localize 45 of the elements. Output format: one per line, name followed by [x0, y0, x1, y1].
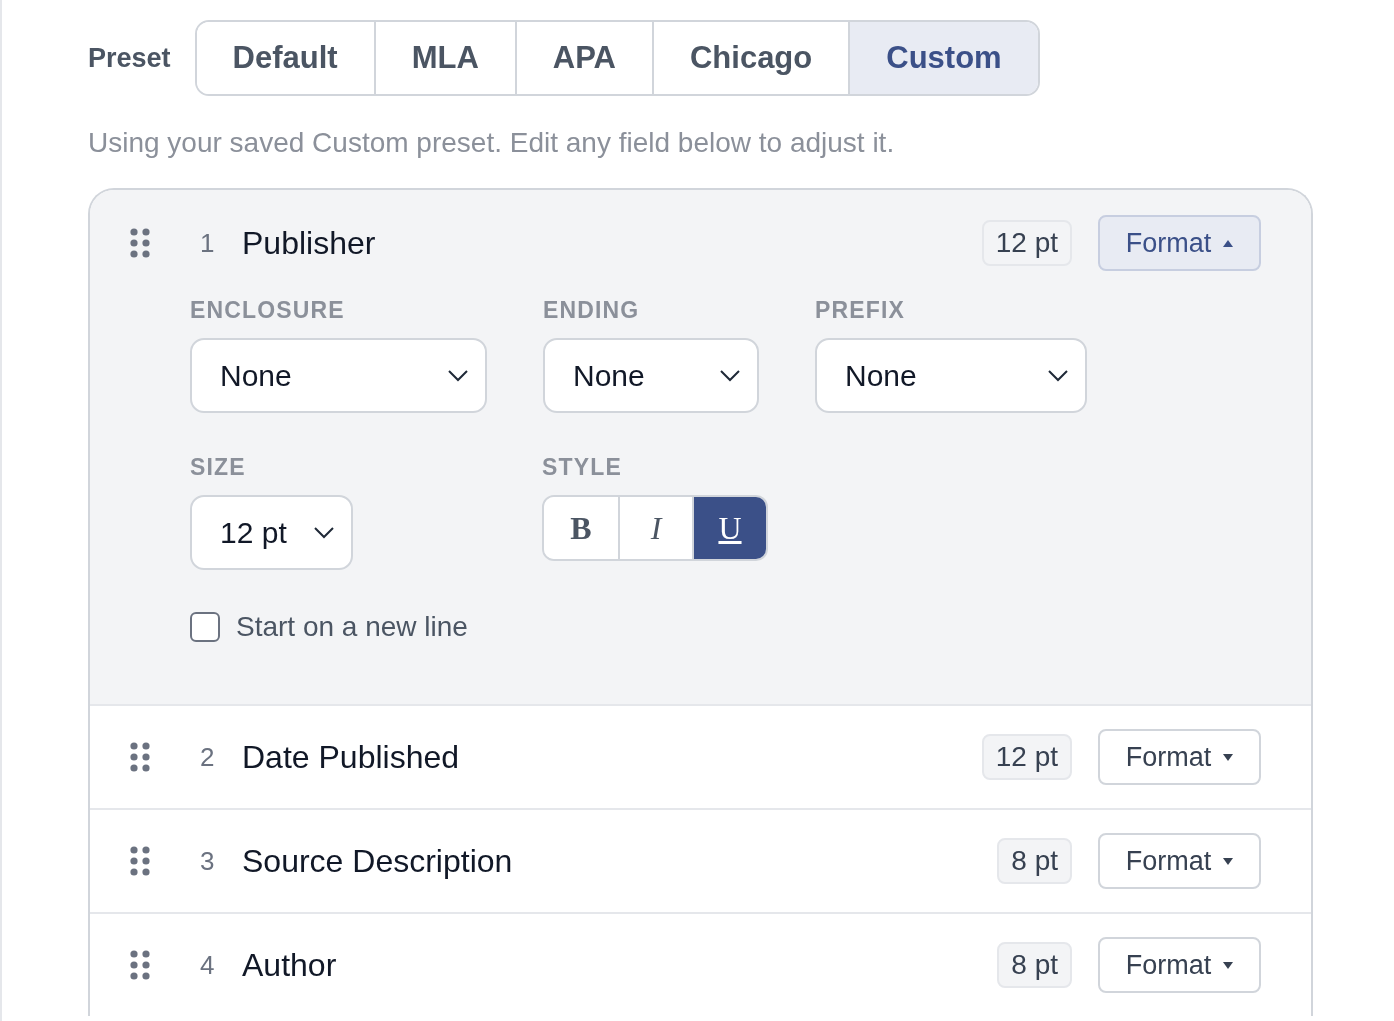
checkbox[interactable]: [190, 612, 220, 642]
format-button[interactable]: Format: [1098, 833, 1261, 889]
text-style-button[interactable]: I: [618, 497, 692, 559]
field-number: 1: [200, 226, 216, 260]
field-label: SIZE: [190, 453, 247, 481]
text-style-button[interactable]: B: [544, 497, 618, 559]
drag-handle-icon[interactable]: [130, 846, 150, 876]
dropdown-select[interactable]: None: [190, 338, 487, 413]
size-badge: 12 pt: [981, 220, 1072, 266]
caret-down-icon: [1223, 753, 1234, 761]
chevron-down-icon: [313, 525, 335, 540]
size-badge: 8 pt: [997, 838, 1072, 884]
drag-handle-icon[interactable]: [130, 228, 150, 258]
preset-tab[interactable]: Custom: [848, 22, 1038, 94]
field-label: PREFIX: [815, 296, 906, 324]
chevron-down-icon: [719, 368, 741, 383]
field-label: ENCLOSURE: [190, 296, 346, 324]
field-name: Author: [242, 946, 337, 985]
caret-down-icon: [1223, 961, 1234, 969]
drag-handle-icon[interactable]: [130, 950, 150, 980]
field-name: Publisher: [242, 224, 376, 263]
chevron-down-icon: [447, 368, 469, 383]
size-badge: 8 pt: [997, 942, 1072, 988]
text-style-button[interactable]: U: [692, 497, 766, 559]
preset-hint: Using your saved Custom preset. Edit any field below to adjust it.: [88, 126, 896, 160]
drag-handle-icon[interactable]: [130, 742, 150, 772]
field-name: Date Published: [242, 738, 460, 777]
field-number: 2: [200, 740, 216, 774]
format-button[interactable]: Format: [1098, 215, 1261, 271]
caret-down-icon: [1223, 857, 1234, 865]
field-number: 3: [200, 844, 216, 878]
size-badge: 12 pt: [981, 734, 1072, 780]
field-label: ENDING: [543, 296, 641, 324]
field-name: Source Description: [242, 842, 513, 881]
checkbox-label: Start on a new line: [236, 610, 468, 644]
dropdown-select[interactable]: None: [815, 338, 1087, 413]
chevron-down-icon: [1047, 368, 1069, 383]
format-button[interactable]: Format: [1098, 937, 1261, 993]
format-button[interactable]: Format: [1098, 729, 1261, 785]
caret-up-icon: [1223, 239, 1234, 247]
dropdown-select[interactable]: 12 pt: [190, 495, 353, 570]
dropdown-select[interactable]: None: [543, 338, 759, 413]
preset-label: Preset: [88, 41, 171, 75]
field-number: 4: [200, 948, 216, 982]
field-label: STYLE: [542, 453, 623, 481]
